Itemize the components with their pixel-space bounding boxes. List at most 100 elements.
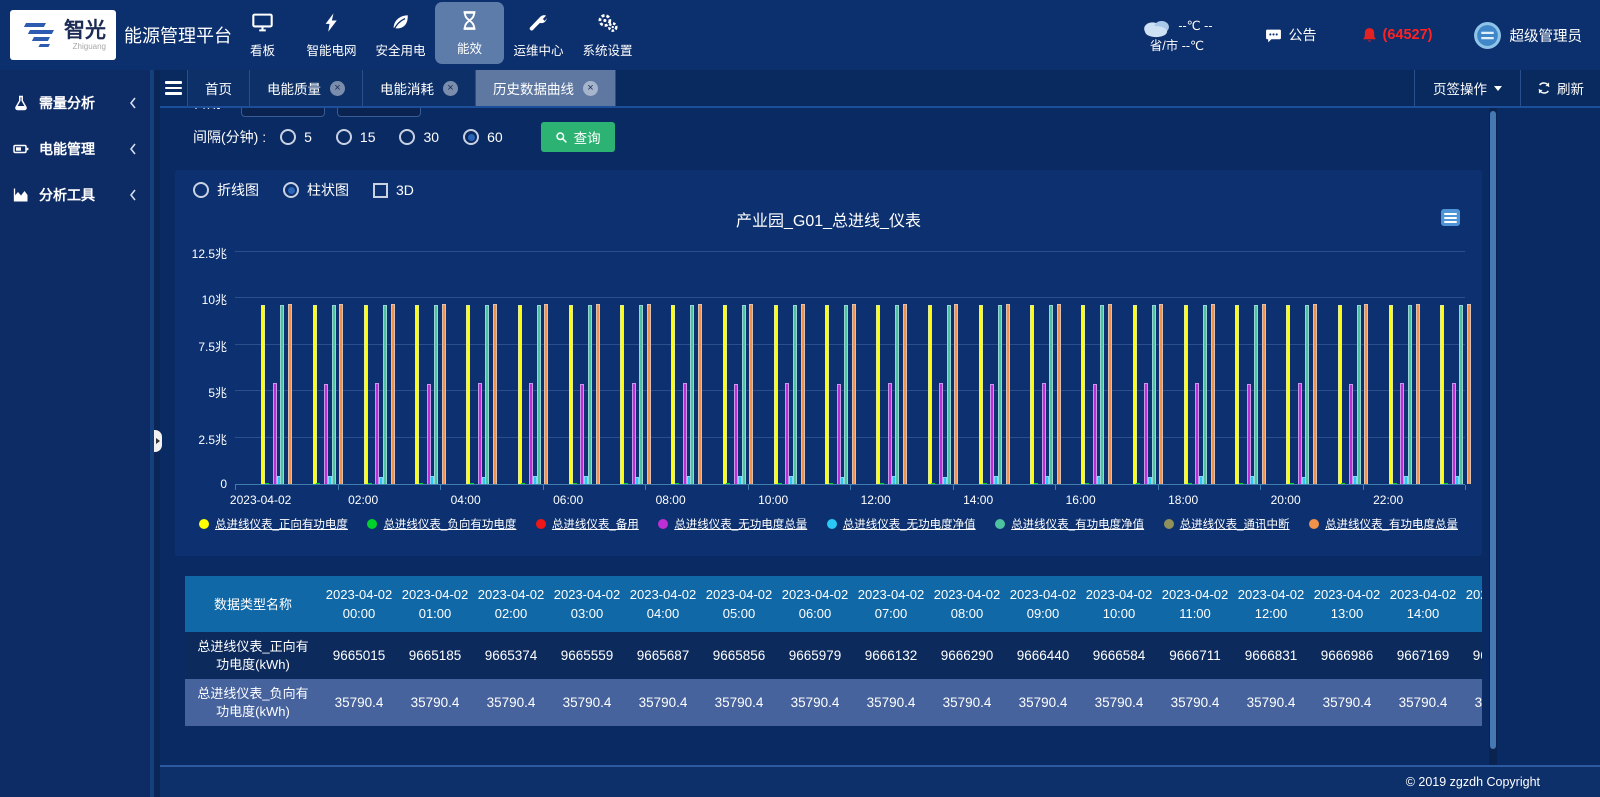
- radio-icon[interactable]: [193, 182, 209, 198]
- interval-radio-30[interactable]: 30: [399, 129, 439, 145]
- sidebar-item-battery[interactable]: 电能管理: [0, 126, 150, 172]
- table-cell: 2023-04-0202:00: [473, 576, 549, 632]
- brand-subtitle: Zhiguang: [64, 42, 106, 51]
- refresh-button[interactable]: 刷新: [1521, 70, 1600, 106]
- close-icon[interactable]: ×: [583, 81, 598, 96]
- sidebar-item-label: 分析工具: [39, 185, 95, 205]
- user-menu[interactable]: 超级管理员: [1473, 21, 1583, 50]
- bar: [466, 305, 470, 484]
- close-icon[interactable]: ×: [443, 81, 458, 96]
- legend-label: 总进线仪表_负向有功电度: [383, 516, 516, 532]
- bar: [1235, 305, 1239, 484]
- interval-option-label: 30: [423, 129, 439, 145]
- bar: [273, 383, 277, 484]
- bar: [801, 304, 805, 484]
- tab-1[interactable]: 电能质量×: [250, 70, 363, 106]
- date-row: 日期 :: [193, 108, 421, 117]
- close-icon[interactable]: ×: [330, 81, 345, 96]
- gridline: [235, 297, 1465, 298]
- start-date-input[interactable]: [241, 108, 325, 117]
- nav-item-wrench[interactable]: 运维中心: [504, 0, 573, 70]
- x-tick-label: 12:00: [861, 493, 891, 507]
- legend-item[interactable]: 总进线仪表_无功电度净值: [827, 516, 976, 532]
- nav-item-hourglass[interactable]: 能效: [435, 2, 504, 64]
- refresh-label: 刷新: [1557, 78, 1584, 98]
- bar: [1239, 483, 1243, 484]
- tab-0[interactable]: 首页: [188, 70, 250, 106]
- legend-dot: [995, 519, 1005, 529]
- checkbox-icon[interactable]: [373, 183, 388, 198]
- table-cell: 2023-04-0215:00: [1461, 576, 1482, 632]
- radio-icon[interactable]: [336, 129, 352, 145]
- bar: [1305, 305, 1309, 484]
- legend-item[interactable]: 总进线仪表_正向有功电度: [199, 516, 348, 532]
- sidebar-splitter[interactable]: [150, 70, 160, 797]
- x-tick-label: 10:00: [758, 493, 788, 507]
- table-cell: 35790.4: [549, 679, 625, 726]
- interval-radio-5[interactable]: 5: [280, 129, 312, 145]
- radio-icon[interactable]: [399, 129, 415, 145]
- collapse-handle[interactable]: [154, 430, 162, 452]
- x-tick-label: 14:00: [963, 493, 993, 507]
- bar: [415, 305, 419, 484]
- bar: [1136, 483, 1140, 484]
- table-cell: 9665559: [549, 632, 625, 679]
- nav-item-monitor[interactable]: 看板: [228, 0, 297, 70]
- bar: [844, 305, 848, 484]
- sidebar-item-flask[interactable]: 需量分析: [0, 80, 150, 126]
- legend-item[interactable]: 总进线仪表_有功电度总量: [1309, 516, 1458, 532]
- axis-tick: [748, 485, 749, 490]
- axis-tick: [1465, 485, 1466, 490]
- interval-radio-15[interactable]: 15: [336, 129, 376, 145]
- hamburger-icon[interactable]: [160, 70, 188, 106]
- legend-item[interactable]: 总进线仪表_负向有功电度: [367, 516, 516, 532]
- bar: [931, 483, 935, 484]
- nav-item-bolt[interactable]: 智能电网: [297, 0, 366, 70]
- sidebar-item-areachart[interactable]: 分析工具: [0, 172, 150, 218]
- nav-item-leaf[interactable]: 安全用电: [366, 0, 435, 70]
- tab-operations-dropdown[interactable]: 页签操作: [1414, 70, 1521, 106]
- bar: [785, 383, 789, 484]
- table-cell: 35790.4: [777, 679, 853, 726]
- interval-radio-60[interactable]: 60: [463, 129, 503, 145]
- table-cell: 9665374: [473, 632, 549, 679]
- chart-mode-柱状图[interactable]: 柱状图: [283, 180, 349, 200]
- end-date-input[interactable]: [337, 108, 421, 117]
- legend-label: 总进线仪表_有功电度总量: [1325, 516, 1458, 532]
- bar: [778, 483, 782, 484]
- bar: [518, 305, 522, 484]
- legend-item[interactable]: 总进线仪表_无功电度总量: [658, 516, 807, 532]
- radio-icon[interactable]: [280, 129, 296, 145]
- bar: [485, 305, 489, 484]
- app: 智光 Zhiguang 能源管理平台 看板智能电网安全用电能效运维中心系统设置 …: [0, 0, 1600, 797]
- tab-2[interactable]: 电能消耗×: [363, 70, 476, 106]
- tab-3[interactable]: 历史数据曲线×: [476, 70, 616, 106]
- content-scrollbar[interactable]: [1489, 108, 1497, 765]
- radio-icon[interactable]: [283, 182, 299, 198]
- bar: [1290, 483, 1294, 484]
- x-tick-label: 02:00: [348, 493, 378, 507]
- bar: [1184, 305, 1188, 484]
- legend-item[interactable]: 总进线仪表_备用: [536, 516, 639, 532]
- bar: [647, 304, 651, 484]
- chart-menu-icon[interactable]: [1441, 209, 1460, 226]
- bar: [1152, 305, 1156, 484]
- scrollbar-thumb[interactable]: [1490, 111, 1496, 749]
- bar: [1049, 305, 1053, 484]
- legend-item[interactable]: 总进线仪表_有功电度净值: [995, 516, 1144, 532]
- legend-item[interactable]: 总进线仪表_通讯中断: [1164, 516, 1290, 532]
- x-tick-label: 22:00: [1373, 493, 1403, 507]
- notice-button[interactable]: 公告: [1265, 25, 1317, 45]
- bar: [888, 383, 892, 484]
- axis-tick: [953, 485, 954, 490]
- nav-item-gears[interactable]: 系统设置: [573, 0, 642, 70]
- table-cell: 9665856: [701, 632, 777, 679]
- alarm-button[interactable]: (64527): [1361, 26, 1433, 44]
- legend-label: 总进线仪表_通讯中断: [1180, 516, 1290, 532]
- chart-mode-3D[interactable]: 3D: [373, 182, 414, 198]
- search-button[interactable]: 查询: [541, 122, 615, 152]
- radio-icon[interactable]: [463, 129, 479, 145]
- bar: [364, 305, 368, 484]
- table-cell: 35790.4: [701, 679, 777, 726]
- chart-mode-折线图[interactable]: 折线图: [193, 180, 259, 200]
